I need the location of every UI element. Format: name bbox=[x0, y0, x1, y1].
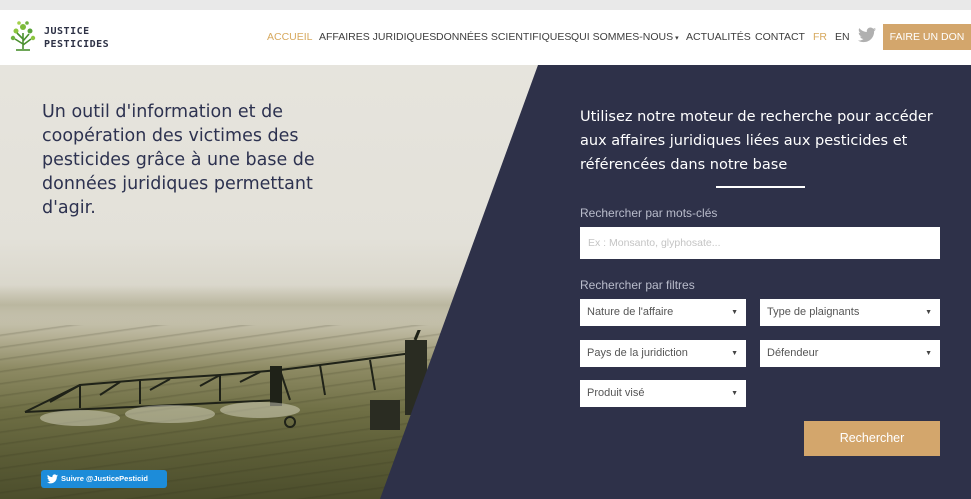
nav-item-donnees-scientifiques[interactable]: DONNÉES SCIENTIFIQUES bbox=[436, 31, 571, 43]
nav-item-actualites[interactable]: ACTUALITÉS bbox=[686, 31, 751, 43]
nav-item-accueil[interactable]: ACCUEIL bbox=[267, 31, 313, 43]
twitter-follow-label: Suivre @JusticePesticid bbox=[61, 474, 148, 483]
twitter-bird-icon bbox=[47, 474, 58, 484]
nav-item-qui-sommes-nous-label: QUI SOMMES-NOUS bbox=[571, 31, 674, 43]
twitter-icon[interactable] bbox=[858, 27, 876, 43]
hero-tagline: Un outil d'information et de coopération… bbox=[42, 102, 315, 218]
site-logo[interactable]: JUSTICE PESTICIDES bbox=[8, 19, 109, 57]
filter-type-plaignants-select[interactable]: Type de plaignants ▼ bbox=[760, 299, 940, 326]
filter-type-plaignants-value: Type de plaignants bbox=[767, 306, 860, 318]
nav-item-qui-sommes-nous[interactable]: QUI SOMMES-NOUS ▾ bbox=[571, 31, 679, 43]
dropdown-arrow-icon: ▼ bbox=[731, 350, 738, 357]
browser-top-strip bbox=[0, 0, 971, 10]
filter-nature-affaire-select[interactable]: Nature de l'affaire ▼ bbox=[580, 299, 746, 326]
filter-produit-vise-select[interactable]: Produit visé ▼ bbox=[580, 380, 746, 407]
dropdown-arrow-icon: ▼ bbox=[731, 390, 738, 397]
filter-defendeur-value: Défendeur bbox=[767, 347, 819, 359]
filter-pays-juridiction-value: Pays de la juridiction bbox=[587, 347, 688, 359]
site-header: JUSTICE PESTICIDES ACCUEIL AFFAIRES JURI… bbox=[0, 10, 971, 65]
hero-section: Un outil d'information et de coopération… bbox=[0, 65, 971, 499]
keywords-label: Rechercher par mots-clés bbox=[580, 206, 718, 220]
donate-button[interactable]: FAIRE UN DON bbox=[883, 24, 971, 50]
logo-tree-icon bbox=[10, 21, 36, 51]
logo-line-1: JUSTICE bbox=[44, 26, 90, 37]
search-submit-button[interactable]: Rechercher bbox=[804, 421, 940, 456]
lang-en[interactable]: EN bbox=[835, 31, 850, 43]
filter-nature-affaire-value: Nature de l'affaire bbox=[587, 306, 674, 318]
dropdown-arrow-icon: ▼ bbox=[731, 309, 738, 316]
nav-item-contact[interactable]: CONTACT bbox=[755, 31, 805, 43]
twitter-follow-button[interactable]: Suivre @JusticePesticid bbox=[41, 470, 167, 488]
search-intro-divider bbox=[716, 186, 805, 188]
dropdown-arrow-icon: ▼ bbox=[925, 309, 932, 316]
nav-item-affaires-juridiques[interactable]: AFFAIRES JURIDIQUES bbox=[319, 31, 436, 43]
lang-fr[interactable]: FR bbox=[813, 31, 827, 43]
filter-produit-vise-value: Produit visé bbox=[587, 387, 645, 399]
logo-line-2: PESTICIDES bbox=[44, 39, 110, 50]
search-intro-text: Utilisez notre moteur de recherche pour … bbox=[580, 109, 933, 173]
keywords-search-input[interactable] bbox=[580, 227, 940, 259]
logo-text: JUSTICE PESTICIDES bbox=[44, 25, 109, 51]
chevron-down-icon: ▾ bbox=[675, 35, 679, 42]
filter-defendeur-select[interactable]: Défendeur ▼ bbox=[760, 340, 940, 367]
filters-label: Rechercher par filtres bbox=[580, 278, 695, 292]
dropdown-arrow-icon: ▼ bbox=[925, 350, 932, 357]
filter-pays-juridiction-select[interactable]: Pays de la juridiction ▼ bbox=[580, 340, 746, 367]
